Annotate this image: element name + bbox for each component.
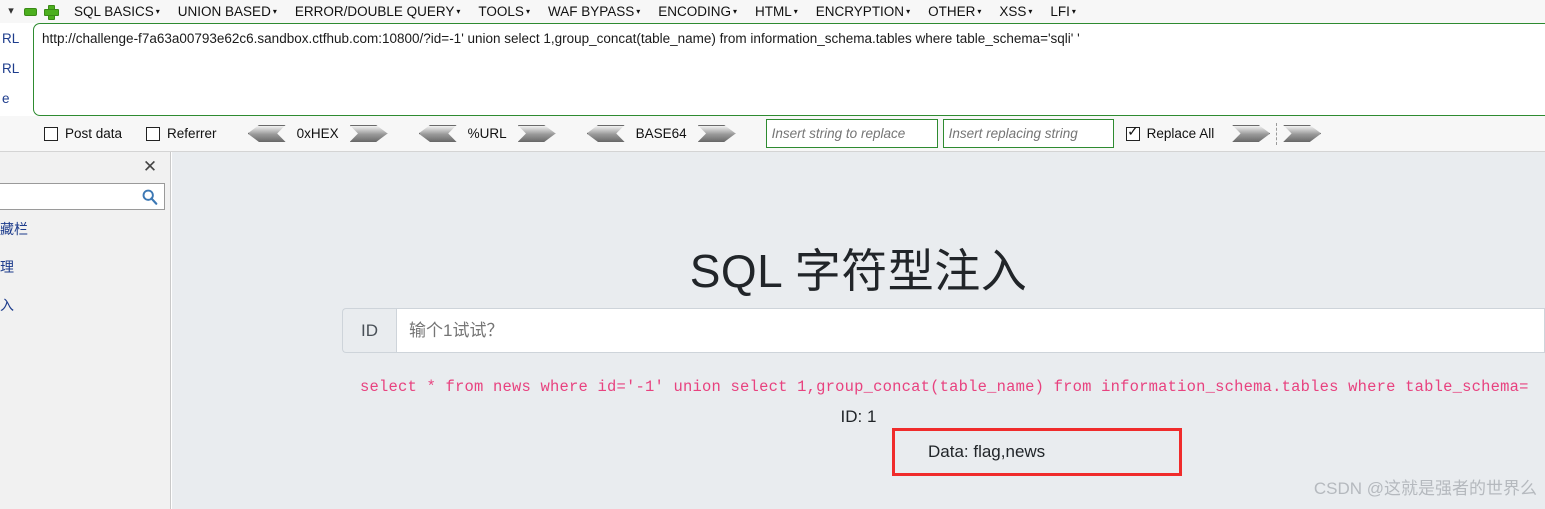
left-label-e: e — [2, 91, 10, 106]
menu-item-label: LFI — [1050, 4, 1070, 19]
toolbar-divider — [1276, 122, 1278, 145]
options-toolbar: Post data Referrer 0xHEX %URL BASE64 Rep… — [0, 116, 1545, 152]
side-panel-item-1[interactable]: 藏栏 — [0, 219, 28, 239]
page-title: SQL 字符型注入 — [689, 244, 1028, 297]
left-label-url-1: RL — [2, 31, 20, 46]
csdn-watermark: CSDN @这就是强者的世界么 — [1313, 479, 1537, 498]
replace-all-label: Replace All — [1146, 126, 1215, 141]
arrow-left-icon[interactable] — [586, 125, 625, 142]
url-textarea[interactable]: http://challenge-f7a63a00793e62c6.sandbo… — [34, 24, 1545, 47]
menu-item-waf-bypass[interactable]: WAF BYPASS ▾ — [539, 0, 649, 23]
hex-encoder-label: 0xHEX — [296, 126, 339, 141]
id-input-addon-label: ID — [342, 308, 396, 353]
referrer-label: Referrer — [167, 126, 217, 141]
replace-apply-arrow-icon[interactable] — [1232, 125, 1271, 142]
result-data-line: Data: flag,news — [928, 442, 1046, 461]
green-plus-icon[interactable] — [44, 5, 59, 20]
caret-down-icon: ▾ — [1028, 7, 1033, 16]
caret-down-icon: ▾ — [977, 7, 982, 16]
id-input-group: ID — [342, 308, 1545, 353]
replace-from-input[interactable] — [765, 119, 938, 148]
replace-all-checkbox[interactable] — [1125, 124, 1140, 141]
menu-item-html[interactable]: HTML ▾ — [746, 0, 807, 23]
menu-item-label: SQL BASICS — [74, 4, 154, 19]
menu-item-error-double-query[interactable]: ERROR/DOUBLE QUERY ▾ — [286, 0, 470, 23]
caret-down-icon: ▾ — [456, 7, 461, 16]
menu-item-xss[interactable]: XSS ▾ — [990, 0, 1041, 23]
url-encoder-group: %URL — [418, 125, 556, 142]
menu-item-lfi[interactable]: LFI ▾ — [1041, 0, 1085, 23]
caret-down-icon: ▾ — [1071, 7, 1076, 16]
menu-item-label: ENCODING — [658, 4, 732, 19]
caret-down-icon: ▾ — [525, 7, 530, 16]
left-label-url-2: RL — [2, 61, 20, 76]
menu-item-label: UNION BASED — [177, 4, 271, 19]
sql-cheatsheet-menubar: ▾ SQL BASICS ▾ UNION BASED ▾ ERROR/DOUBLE … — [0, 0, 1545, 23]
left-cutoff-labels: RL RL e — [0, 23, 33, 116]
chevron-down-icon[interactable]: ▾ — [0, 6, 22, 17]
magnifier-icon[interactable] — [141, 188, 159, 206]
menu-item-other[interactable]: OTHER ▾ — [919, 0, 990, 23]
menu-item-label: TOOLS — [478, 4, 524, 19]
referrer-checkbox[interactable] — [146, 126, 161, 141]
caret-down-icon: ▾ — [272, 7, 277, 16]
menu-item-encoding[interactable]: ENCODING ▾ — [649, 0, 746, 23]
result-id-line: ID: 1 — [840, 407, 877, 426]
caret-down-icon: ▾ — [155, 7, 160, 16]
hex-encoder-group: 0xHEX — [247, 125, 388, 142]
menu-item-sql-basics[interactable]: SQL BASICS ▾ — [65, 0, 169, 23]
base64-encoder-label: BASE64 — [635, 126, 687, 141]
side-panel-item-2[interactable]: 理 — [0, 257, 14, 277]
menu-item-union-based[interactable]: UNION BASED ▾ — [169, 0, 286, 23]
referrer-option[interactable]: Referrer — [146, 126, 217, 141]
close-icon[interactable]: ✕ — [140, 157, 160, 177]
menu-item-label: ERROR/DOUBLE QUERY — [294, 4, 455, 19]
menu-item-label: WAF BYPASS — [547, 4, 635, 19]
base64-encoder-group: BASE64 — [586, 125, 736, 142]
arrow-right-icon[interactable] — [517, 125, 556, 142]
post-data-label: Post data — [65, 126, 123, 141]
menu-item-label: OTHER — [928, 4, 976, 19]
caret-down-icon: ▾ — [636, 7, 641, 16]
replace-to-input[interactable] — [942, 119, 1114, 148]
url-encoder-label: %URL — [467, 126, 507, 141]
url-textarea-panel[interactable]: http://challenge-f7a63a00793e62c6.sandbo… — [33, 23, 1545, 116]
side-panel-search-box[interactable] — [0, 183, 165, 210]
arrow-left-icon[interactable] — [247, 125, 286, 142]
id-input[interactable] — [396, 308, 1545, 353]
caret-down-icon: ▾ — [793, 7, 798, 16]
caret-down-icon: ▾ — [906, 7, 911, 16]
replace-all-option[interactable]: Replace All — [1125, 124, 1215, 141]
menu-item-encryption[interactable]: ENCRYPTION ▾ — [807, 0, 919, 23]
result-data-highlight-box: Data: flag,news — [892, 428, 1182, 476]
web-page-content: SQL 字符型注入 ID select * from news where id… — [172, 152, 1545, 509]
post-data-checkbox[interactable] — [44, 126, 58, 141]
green-minus-icon[interactable] — [24, 7, 37, 16]
arrow-right-icon[interactable] — [349, 125, 388, 142]
browser-side-panel: ✕ 藏栏 理 入 — [0, 152, 171, 509]
sql-query-output: select * from news where id='-1' union s… — [360, 378, 1529, 396]
side-panel-item-3[interactable]: 入 — [0, 295, 14, 315]
menu-item-label: XSS — [999, 4, 1027, 19]
caret-down-icon: ▾ — [733, 7, 738, 16]
arrow-right-icon[interactable] — [697, 125, 736, 142]
menu-item-tools[interactable]: TOOLS ▾ — [469, 0, 539, 23]
post-data-option[interactable]: Post data — [44, 126, 122, 141]
menu-item-label: HTML — [755, 4, 792, 19]
menu-item-label: ENCRYPTION — [815, 4, 905, 19]
arrow-left-icon[interactable] — [418, 125, 457, 142]
app-root: ▾ SQL BASICS ▾ UNION BASED ▾ ERROR/DOUBLE … — [0, 0, 1545, 509]
replace-extra-arrow-icon[interactable] — [1283, 125, 1322, 142]
